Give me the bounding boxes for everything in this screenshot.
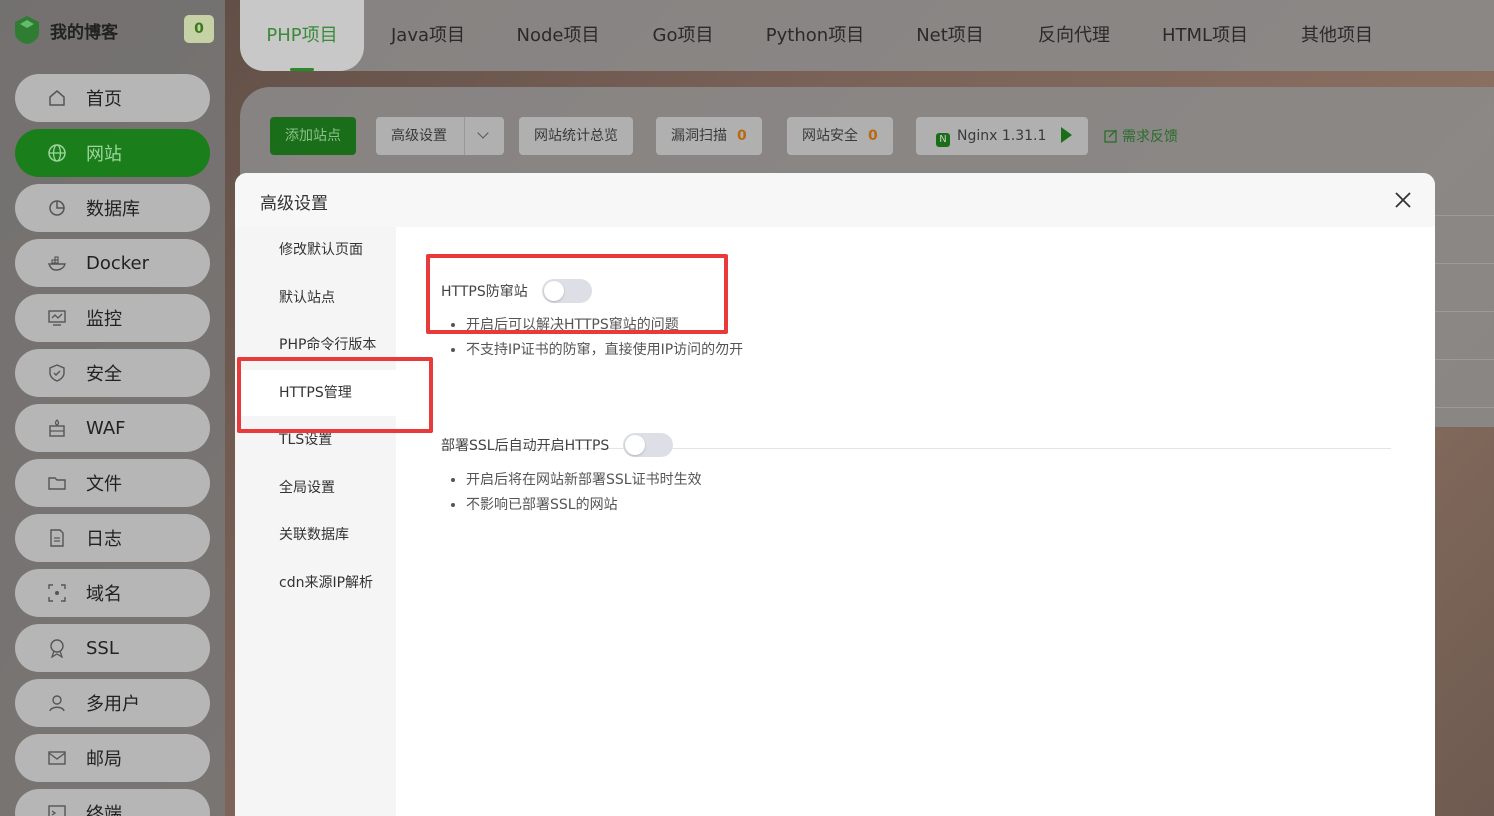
site-security-count: 0 bbox=[868, 128, 878, 144]
nginx-status-button[interactable]: N Nginx 1.31.1 bbox=[916, 117, 1088, 155]
user-icon bbox=[47, 693, 67, 713]
sidebar-item-label: 首页 bbox=[86, 89, 122, 110]
auto-https-tips: 开启后将在网站新部署SSL证书时生效 不影响已部署SSL的网站 bbox=[466, 468, 702, 518]
tab-go[interactable]: Go项目 bbox=[643, 0, 723, 71]
add-site-button[interactable]: 添加站点 bbox=[270, 117, 356, 155]
sidebar-item-ssl[interactable]: SSL bbox=[15, 624, 210, 672]
sidebar-item-label: 终端 bbox=[86, 804, 122, 816]
tip-item: 开启后将在网站新部署SSL证书时生效 bbox=[466, 468, 702, 493]
database-icon bbox=[47, 198, 67, 218]
domain-icon bbox=[47, 583, 67, 603]
sidebar-item-home[interactable]: 首页 bbox=[15, 74, 210, 122]
globe-icon bbox=[47, 143, 67, 163]
brand-badge[interactable]: 0 bbox=[184, 15, 214, 43]
highlight-box bbox=[237, 357, 433, 433]
vuln-scan-label: 漏洞扫描 bbox=[671, 128, 727, 144]
mail-icon bbox=[47, 748, 67, 768]
tab-node[interactable]: Node项目 bbox=[505, 0, 611, 71]
brand-logo-icon bbox=[15, 16, 39, 44]
auto-https-setting: 部署SSL后自动开启HTTPS bbox=[441, 433, 674, 457]
sidebar-item-label: SSL bbox=[86, 637, 119, 659]
sidebar-item-database[interactable]: 数据库 bbox=[15, 184, 210, 232]
menu-item-default-site[interactable]: 默认站点 bbox=[235, 275, 396, 321]
sidebar-item-mail[interactable]: 邮局 bbox=[15, 734, 210, 782]
tab-java[interactable]: Java项目 bbox=[378, 0, 478, 71]
sidebar-item-multiuser[interactable]: 多用户 bbox=[15, 679, 210, 727]
edit-icon bbox=[1104, 129, 1117, 143]
close-icon[interactable] bbox=[1393, 190, 1413, 210]
sidebar-item-label: WAF bbox=[86, 417, 126, 439]
firewall-icon bbox=[47, 418, 67, 438]
site-security-button[interactable]: 网站安全 0 bbox=[787, 117, 893, 155]
play-icon[interactable] bbox=[1060, 127, 1072, 143]
sidebar-item-docker[interactable]: Docker bbox=[15, 239, 210, 287]
monitor-icon bbox=[47, 308, 67, 328]
sidebar: 我的博客 0 首页 网站 数据库 Docker 监控 安全 WAF 文件 日志 … bbox=[0, 0, 225, 816]
log-icon bbox=[47, 528, 67, 548]
menu-item-default-page[interactable]: 修改默认页面 bbox=[235, 227, 396, 273]
advanced-settings-label: 高级设置 bbox=[391, 128, 447, 144]
sidebar-item-label: 网站 bbox=[86, 144, 122, 165]
ssl-icon bbox=[47, 638, 67, 658]
advanced-settings-dialog: 高级设置 修改默认页面 默认站点 PHP命令行版本 HTTPS管理 TLS设置 … bbox=[235, 173, 1435, 816]
sidebar-item-label: 文件 bbox=[86, 474, 122, 495]
docker-icon bbox=[47, 253, 67, 273]
vuln-scan-button[interactable]: 漏洞扫描 0 bbox=[656, 117, 762, 155]
sidebar-item-security[interactable]: 安全 bbox=[15, 349, 210, 397]
project-tabs: PHP项目 Java项目 Node项目 Go项目 Python项目 Net项目 … bbox=[240, 0, 1494, 71]
feedback-label: 需求反馈 bbox=[1122, 129, 1178, 145]
menu-item-global[interactable]: 全局设置 bbox=[235, 465, 396, 511]
tab-php[interactable]: PHP项目 bbox=[240, 0, 364, 71]
setting-label: 部署SSL后自动开启HTTPS bbox=[441, 438, 610, 454]
sidebar-item-terminal[interactable]: 终端 bbox=[15, 789, 210, 816]
sidebar-item-label: 数据库 bbox=[86, 199, 140, 220]
sidebar-item-website[interactable]: 网站 bbox=[15, 129, 210, 177]
site-stats-button[interactable]: 网站统计总览 bbox=[519, 117, 633, 155]
shield-icon bbox=[47, 363, 67, 383]
home-icon bbox=[47, 88, 67, 108]
sidebar-item-label: 监控 bbox=[86, 309, 122, 330]
menu-item-database[interactable]: 关联数据库 bbox=[235, 512, 396, 558]
sidebar-item-label: 邮局 bbox=[86, 749, 122, 770]
tab-python[interactable]: Python项目 bbox=[757, 0, 873, 71]
nginx-version: Nginx 1.31.1 bbox=[957, 128, 1047, 144]
tip-item: 不支持IP证书的防窜，直接使用IP访问的勿开 bbox=[466, 338, 743, 363]
sidebar-item-logs[interactable]: 日志 bbox=[15, 514, 210, 562]
folder-icon bbox=[47, 473, 67, 493]
chevron-down-icon[interactable] bbox=[464, 117, 504, 155]
dialog-header: 高级设置 bbox=[235, 173, 1435, 227]
sidebar-item-label: Docker bbox=[86, 252, 150, 274]
vuln-scan-count: 0 bbox=[737, 128, 747, 144]
sidebar-item-label: 安全 bbox=[86, 364, 122, 385]
tip-item: 不影响已部署SSL的网站 bbox=[466, 493, 702, 518]
sidebar-item-monitor[interactable]: 监控 bbox=[15, 294, 210, 342]
tab-net[interactable]: Net项目 bbox=[905, 0, 995, 71]
sidebar-item-label: 多用户 bbox=[86, 694, 140, 715]
menu-item-cdn-ip[interactable]: cdn来源IP解析 bbox=[235, 560, 396, 606]
highlight-box bbox=[426, 254, 728, 334]
brand-title: 我的博客 bbox=[50, 22, 118, 43]
tab-other[interactable]: 其他项目 bbox=[1293, 0, 1381, 71]
nginx-icon: N bbox=[936, 133, 950, 147]
dialog-menu: 修改默认页面 默认站点 PHP命令行版本 HTTPS管理 TLS设置 全局设置 … bbox=[235, 227, 396, 816]
brand[interactable]: 我的博客 0 bbox=[14, 10, 214, 50]
advanced-settings-button[interactable]: 高级设置 bbox=[376, 117, 504, 155]
site-security-label: 网站安全 bbox=[802, 128, 858, 144]
sidebar-item-files[interactable]: 文件 bbox=[15, 459, 210, 507]
sidebar-item-label: 域名 bbox=[86, 584, 122, 605]
dialog-title: 高级设置 bbox=[260, 194, 328, 214]
tab-reverse-proxy[interactable]: 反向代理 bbox=[1030, 0, 1118, 71]
feedback-link[interactable]: 需求反馈 bbox=[1103, 126, 1178, 146]
sidebar-item-domain[interactable]: 域名 bbox=[15, 569, 210, 617]
terminal-icon bbox=[47, 803, 67, 816]
sidebar-item-waf[interactable]: WAF bbox=[15, 404, 210, 452]
auto-https-switch[interactable] bbox=[623, 433, 674, 457]
tab-html[interactable]: HTML项目 bbox=[1155, 0, 1255, 71]
sidebar-item-label: 日志 bbox=[86, 529, 122, 550]
